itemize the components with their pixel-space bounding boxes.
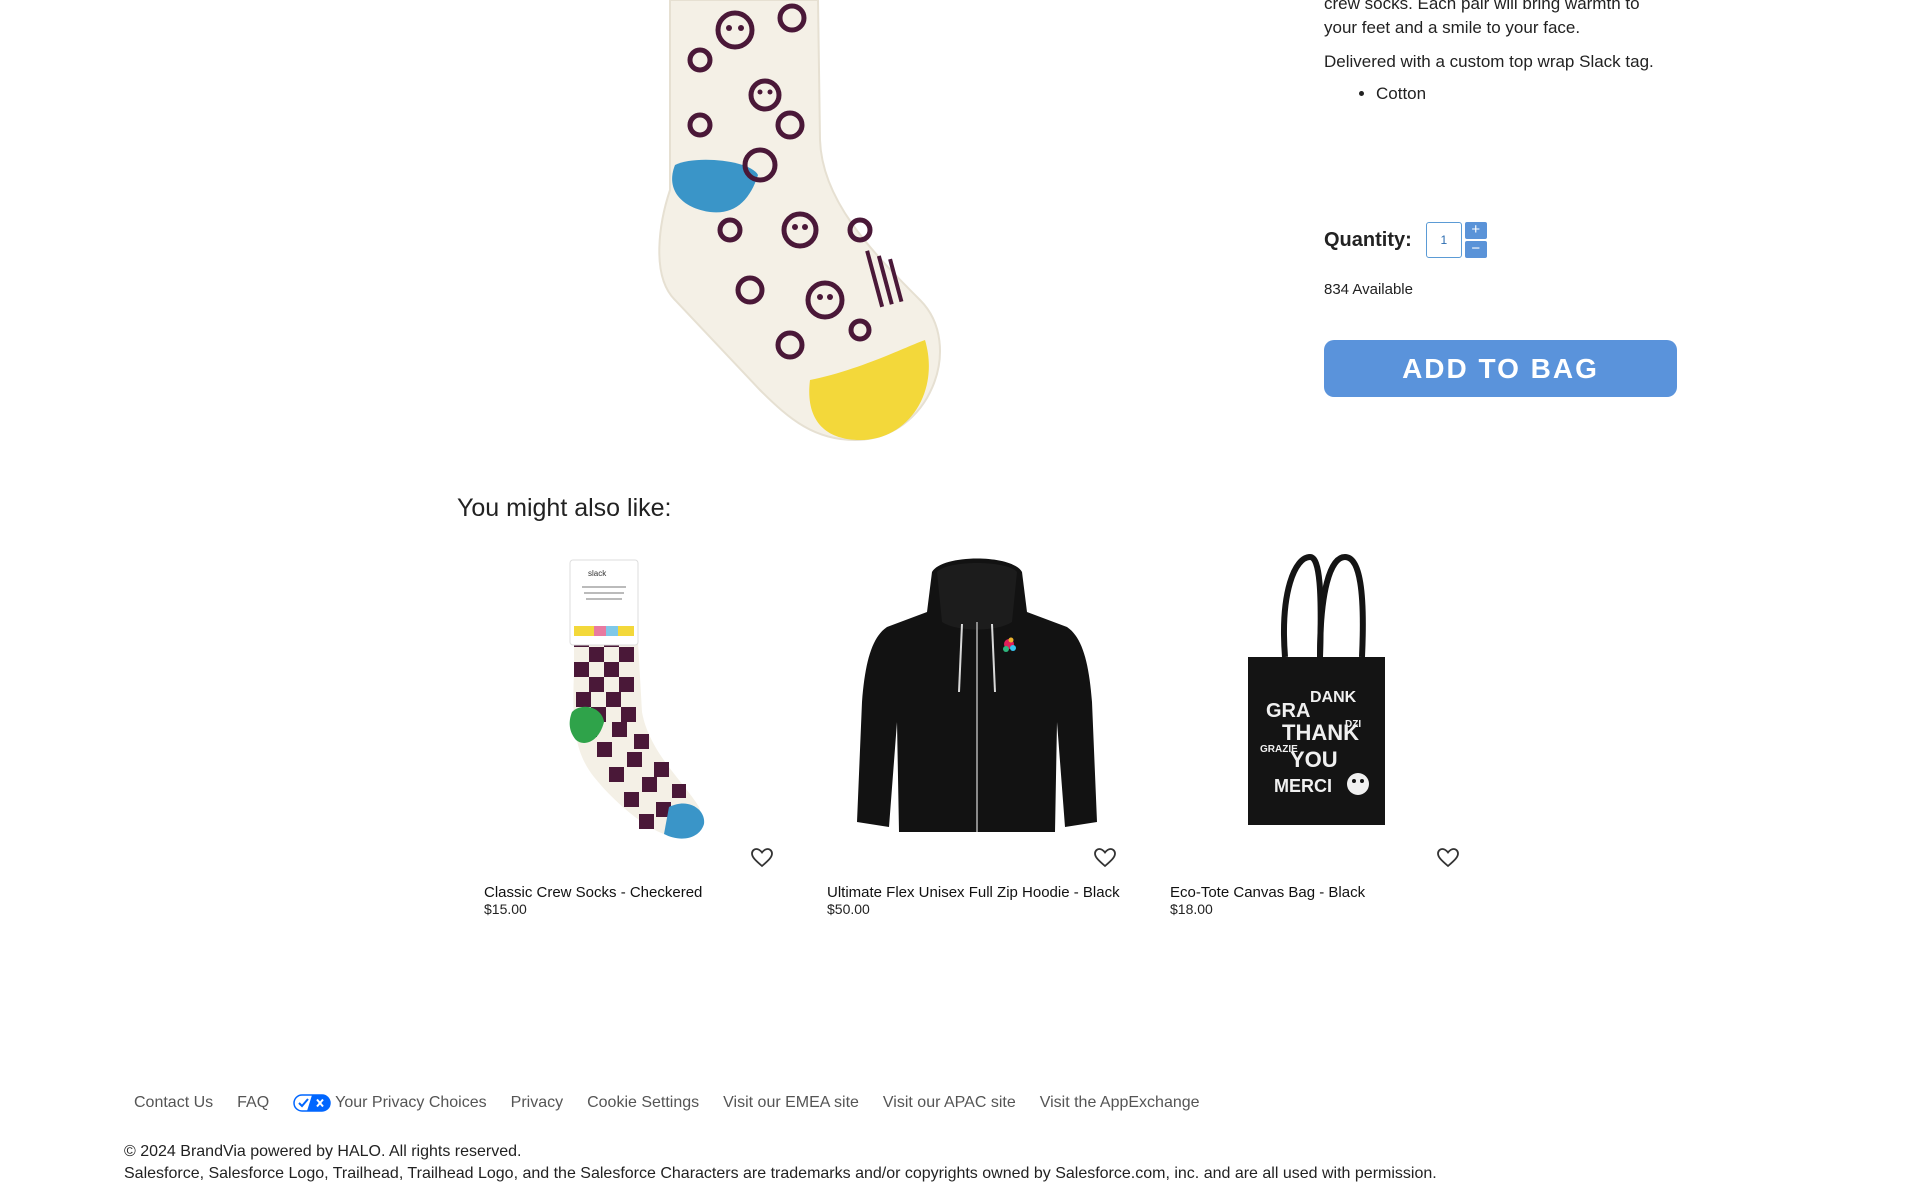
quantity-row: Quantity: 1 + − [1324,222,1487,258]
product-price: $50.00 [827,901,870,917]
svg-text:GRA: GRA [1266,700,1310,722]
product-feature-list: Cotton [1324,82,1704,106]
product-price: $18.00 [1170,901,1213,917]
recommendation-name[interactable]: Ultimate Flex Unisex Full Zip Hoodie - B… [827,885,1157,918]
product-name-link[interactable]: Eco-Tote Canvas Bag - Black [1170,885,1500,901]
product-name-link[interactable]: Classic Crew Socks - Checkered [484,885,814,901]
product-description-continued: your feet and a smile to your face. [1324,18,1581,37]
recommendation-card[interactable]: Ultimate Flex Unisex Full Zip Hoodie - B… [827,552,1127,952]
product-name-link[interactable]: Ultimate Flex Unisex Full Zip Hoodie - B… [827,885,1157,901]
privacy-choices-label: Your Privacy Choices [335,1094,487,1111]
recommendation-card[interactable]: GRA DANK THANK YOU MERCI GRAZIE DZI Eco-… [1170,552,1470,952]
privacy-link[interactable]: Privacy [511,1094,563,1112]
privacy-choices-link[interactable]: Your Privacy Choices [293,1094,487,1112]
svg-text:GRAZIE: GRAZIE [1260,744,1298,755]
heart-icon[interactable] [1436,846,1460,870]
recommendation-name[interactable]: Classic Crew Socks - Checkered $15.00 [484,885,814,918]
recommendations-heading: You might also like: [457,494,672,522]
feature-item: Cotton [1376,82,1704,106]
quantity-stepper: + − [1464,222,1487,258]
footer-legal: © 2024 BrandVia powered by HALO. All rig… [124,1141,1437,1185]
product-price: $15.00 [484,901,527,917]
product-main-image [658,0,941,442]
recommendation-card[interactable]: slack Classic Crew Socks - Checkered $15… [484,552,784,952]
product-tag-note: Delivered with a custom top wrap Slack t… [1324,52,1654,71]
add-to-bag-button[interactable]: ADD TO BAG [1324,340,1677,397]
cookie-settings-link[interactable]: Cookie Settings [587,1094,699,1112]
product-details: crew socks. Each pair will bring warmth … [1324,0,1704,106]
product-image-hoodie[interactable] [827,552,1127,842]
apac-site-link[interactable]: Visit our APAC site [883,1094,1016,1112]
svg-text:DANK: DANK [1310,689,1357,706]
quantity-input[interactable]: 1 [1425,222,1462,258]
footer-links: Contact Us FAQ Your Privacy Choices Priv… [134,1094,1224,1112]
faq-link[interactable]: FAQ [237,1094,269,1112]
heart-icon[interactable] [1093,846,1117,870]
privacy-choices-icon [293,1094,331,1112]
trademark-text: Salesforce, Salesforce Logo, Trailhead, … [124,1165,1437,1182]
stock-available: 834 Available [1324,281,1413,298]
increment-button[interactable]: + [1464,222,1487,239]
decrement-button[interactable]: − [1464,241,1487,258]
product-image-tote-bag[interactable]: GRA DANK THANK YOU MERCI GRAZIE DZI [1170,552,1470,842]
svg-text:MERCI: MERCI [1274,776,1332,796]
heart-icon[interactable] [750,846,774,870]
copyright-text: © 2024 BrandVia powered by HALO. All rig… [124,1143,522,1160]
contact-us-link[interactable]: Contact Us [134,1094,213,1112]
recommendation-name[interactable]: Eco-Tote Canvas Bag - Black $18.00 [1170,885,1500,918]
appexchange-link[interactable]: Visit the AppExchange [1040,1094,1200,1112]
emea-site-link[interactable]: Visit our EMEA site [723,1094,859,1112]
quantity-label: Quantity: [1324,228,1412,251]
svg-text:DZI: DZI [1345,719,1361,730]
product-image-checkered-socks[interactable]: slack [484,552,784,842]
svg-text:slack: slack [588,569,607,578]
product-description: crew socks. Each pair will bring warmth … [1324,0,1640,13]
